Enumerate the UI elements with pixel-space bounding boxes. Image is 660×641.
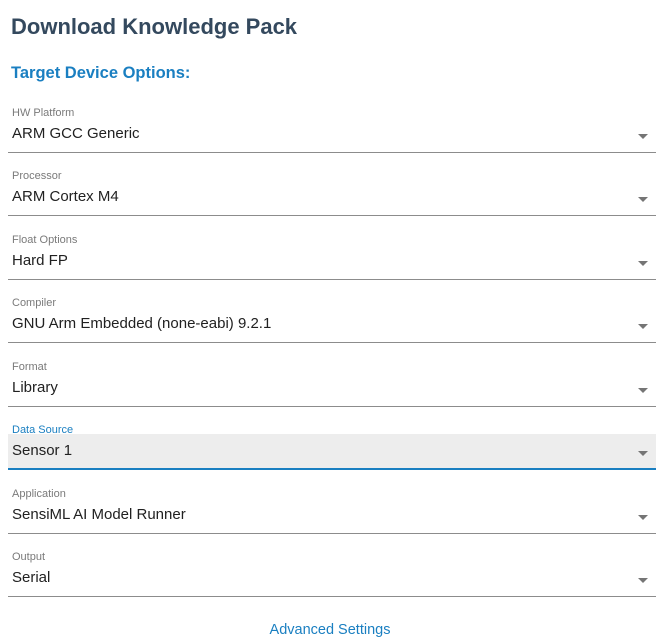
- output-value: Serial: [12, 569, 51, 586]
- dropdown-arrow-icon: [638, 578, 648, 583]
- section-subtitle: Target Device Options:: [11, 64, 191, 82]
- hw-platform-select[interactable]: HW Platform ARM GCC Generic: [8, 107, 656, 153]
- field-underline: [8, 406, 656, 407]
- processor-label: Processor: [12, 170, 62, 182]
- field-underline: [8, 342, 656, 343]
- download-knowledge-pack-dialog: Download Knowledge Pack Target Device Op…: [0, 0, 660, 641]
- float-options-select[interactable]: Float Options Hard FP: [8, 234, 656, 280]
- processor-select[interactable]: Processor ARM Cortex M4: [8, 170, 656, 216]
- application-label: Application: [12, 488, 66, 500]
- data-source-select[interactable]: Data Source Sensor 1: [8, 424, 656, 470]
- format-value: Library: [12, 379, 58, 396]
- dropdown-arrow-icon: [638, 197, 648, 202]
- data-source-value: Sensor 1: [12, 442, 73, 459]
- dropdown-arrow-icon: [638, 261, 648, 266]
- float-options-value: Hard FP: [12, 252, 68, 269]
- compiler-select[interactable]: Compiler GNU Arm Embedded (none-eabi) 9.…: [8, 297, 656, 343]
- compiler-value: GNU Arm Embedded (none-eabi) 9.2.1: [12, 315, 272, 332]
- field-underline: [8, 468, 656, 470]
- output-label: Output: [12, 551, 46, 563]
- dropdown-arrow-icon: [638, 388, 648, 393]
- format-select[interactable]: Format Library: [8, 361, 656, 407]
- format-label: Format: [12, 361, 47, 373]
- processor-value: ARM Cortex M4: [12, 188, 119, 205]
- dropdown-arrow-icon: [638, 324, 648, 329]
- dropdown-arrow-icon: [638, 134, 648, 139]
- output-select[interactable]: Output Serial: [8, 551, 656, 597]
- dropdown-arrow-icon: [638, 451, 648, 456]
- field-underline: [8, 533, 656, 534]
- application-value: SensiML AI Model Runner: [12, 506, 186, 523]
- hw-platform-value: ARM GCC Generic: [12, 125, 140, 142]
- field-underline: [8, 152, 656, 153]
- dropdown-arrow-icon: [638, 515, 648, 520]
- application-select[interactable]: Application SensiML AI Model Runner: [8, 488, 656, 534]
- compiler-label: Compiler: [12, 297, 57, 309]
- advanced-settings-link[interactable]: Advanced Settings: [0, 622, 660, 638]
- focused-field-background: [8, 434, 656, 470]
- field-underline: [8, 596, 656, 597]
- field-underline: [8, 279, 656, 280]
- page-title: Download Knowledge Pack: [11, 14, 298, 39]
- data-source-label: Data Source: [12, 424, 74, 436]
- hw-platform-label: HW Platform: [12, 107, 75, 119]
- field-underline: [8, 215, 656, 216]
- float-options-label: Float Options: [12, 234, 78, 246]
